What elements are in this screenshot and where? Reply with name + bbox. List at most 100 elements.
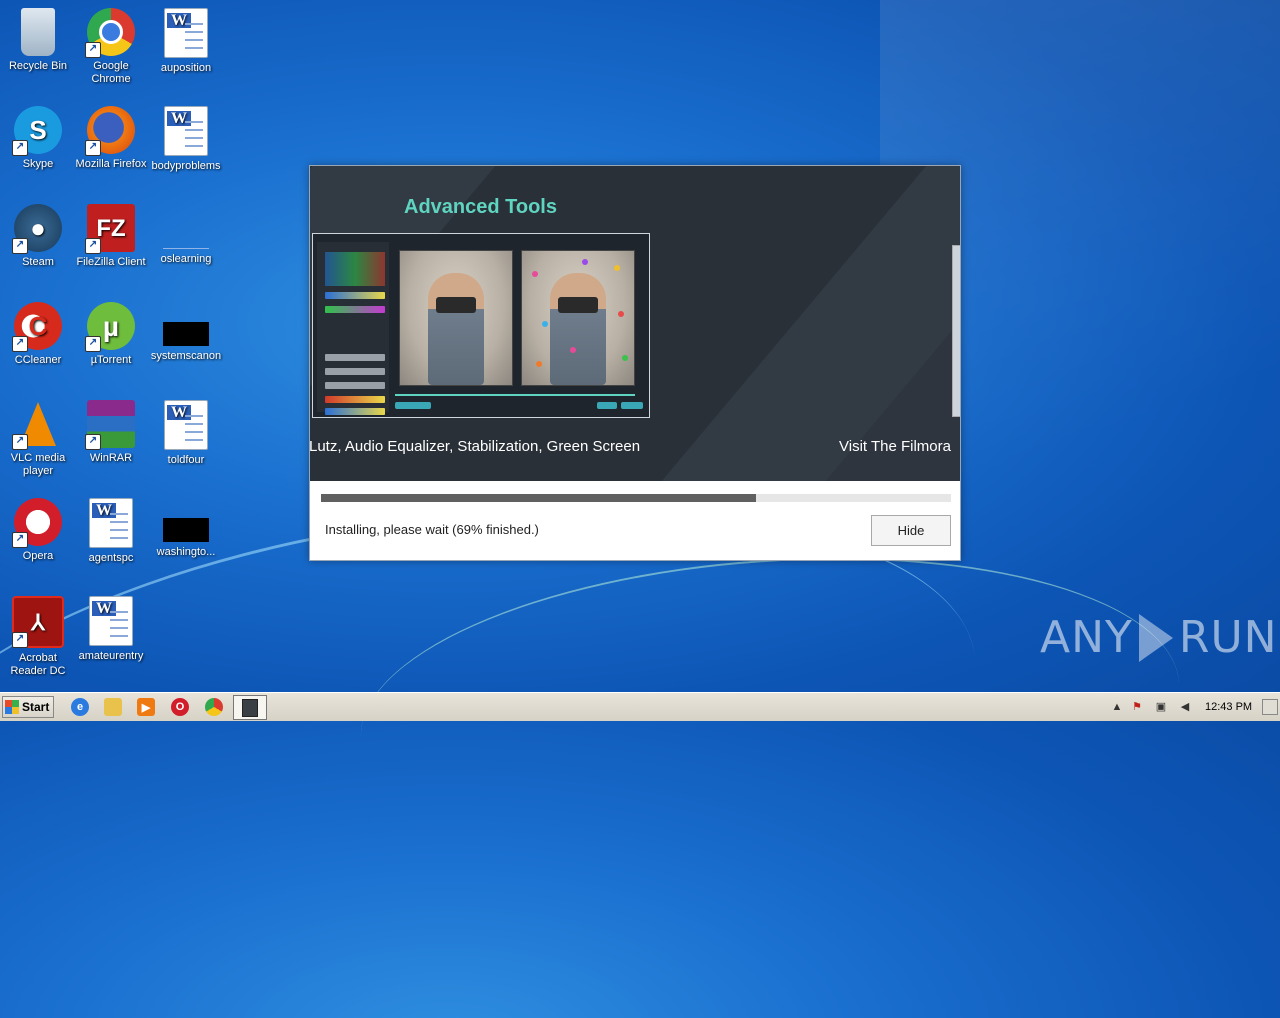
vlc-icon: ↗ [12, 400, 62, 450]
preview-slider [325, 382, 385, 389]
explorer-folder-icon[interactable] [104, 698, 122, 716]
preview-slider [325, 306, 385, 313]
desktop-icon-agentspc[interactable]: W agentspc [73, 498, 149, 565]
desktop-icon-firefox[interactable]: ↗ Mozilla Firefox [73, 106, 149, 171]
banner-caption: Lutz, Audio Equalizer, Stabilization, Gr… [310, 438, 641, 455]
confetti [542, 321, 548, 327]
desktop-icon-systemscanon[interactable]: systemscanon [148, 302, 224, 363]
desktop-icon-label: auposition [160, 62, 212, 74]
confetti [532, 271, 538, 277]
action-center-icon[interactable]: ⚑ [1130, 700, 1144, 714]
preview-photo-after [521, 250, 635, 386]
preview-photo-before [399, 250, 513, 386]
preview-slider [325, 292, 385, 299]
next-slide-preview [952, 245, 960, 417]
preview-timeline [395, 394, 635, 396]
desktop-icon-label: Opera [22, 550, 54, 562]
blank-file-icon [163, 204, 209, 249]
desktop-icon-opera[interactable]: ↗ Opera [0, 498, 76, 563]
show-desktop-button[interactable] [1262, 699, 1278, 715]
desktop-icon-label: Steam [22, 256, 54, 268]
desktop-icon-label: Skype [22, 158, 54, 170]
desktop-icon-label: Google Chrome [91, 60, 131, 85]
desktop-icon-label: Acrobat Reader DC [10, 652, 66, 677]
preview-sidebar [317, 242, 389, 415]
desktop-icon-skype[interactable]: S ↗ Skype [0, 106, 76, 171]
preview-camera [558, 297, 598, 313]
install-progress-bar [321, 494, 951, 502]
start-label: Start [22, 700, 50, 714]
internet-explorer-icon[interactable]: e [71, 698, 89, 716]
desktop-icon-amateurentry[interactable]: W amateurentry [73, 596, 149, 663]
install-progress-fill [321, 494, 756, 502]
desktop-icon-ccleaner[interactable]: C ↗ CCleaner [0, 302, 76, 367]
confetti [582, 259, 588, 265]
opera-icon[interactable]: O [171, 698, 189, 716]
desktop-icon-acrobat[interactable]: ⅄ ↗ Acrobat Reader DC [0, 596, 76, 678]
preview-slider [325, 396, 385, 403]
play-icon [1138, 613, 1173, 662]
desktop-icon-label: toldfour [167, 454, 205, 466]
desktop-icon-label: µTorrent [90, 354, 132, 366]
preview-person [428, 273, 484, 385]
chrome-icon[interactable] [205, 698, 223, 716]
preview-camera [436, 297, 476, 313]
confetti [618, 311, 624, 317]
word-doc-icon: W [164, 400, 208, 450]
desktop-icon-bodyproblems[interactable]: W bodyproblems [148, 106, 224, 173]
banner-caption-next: Visit The Filmora [839, 438, 951, 455]
black-thumbnail-icon [163, 322, 209, 346]
installer-app-icon [242, 699, 258, 717]
word-doc-icon: W [89, 596, 133, 646]
filezilla-icon: FZ ↗ [85, 204, 135, 254]
preview-slider [325, 354, 385, 361]
confetti [622, 355, 628, 361]
acrobat-icon: ⅄ ↗ [12, 596, 64, 648]
word-doc-icon: W [89, 498, 133, 548]
desktop-icon-label: agentspc [88, 552, 134, 564]
editor-preview-image [312, 233, 650, 418]
desktop-icon-recycle-bin[interactable]: Recycle Bin [0, 8, 76, 73]
chrome-icon: ↗ [85, 8, 135, 58]
desktop-icon-label: FileZilla Client [76, 256, 146, 268]
desktop-icon-label: CCleaner [14, 354, 62, 366]
opera-icon: ↗ [12, 498, 62, 548]
confetti [614, 265, 620, 271]
desktop-icon-auposition[interactable]: W auposition [148, 8, 224, 75]
desktop-icon-label: bodyproblems [151, 160, 221, 172]
desktop-icon-label: Mozilla Firefox [75, 158, 147, 170]
taskbar: Start e ▶ O ▲ ⚑ ▣ ◀ 12:43 PM [0, 692, 1280, 721]
desktop-icon-label: WinRAR [89, 452, 133, 464]
desktop-icon-utorrent[interactable]: µ ↗ µTorrent [73, 302, 149, 367]
system-clock[interactable]: 12:43 PM [1205, 701, 1252, 713]
taskbar-installer-app[interactable] [233, 695, 267, 720]
banner-title: Advanced Tools [404, 196, 557, 218]
preview-button [395, 402, 431, 409]
desktop-icon-toldfour[interactable]: W toldfour [148, 400, 224, 467]
desktop-icon-chrome[interactable]: ↗ Google Chrome [73, 8, 149, 86]
desktop-icon-label: VLC media player [10, 452, 66, 477]
steam-icon: ● ↗ [12, 204, 62, 254]
watermark-text-left: ANY [1040, 612, 1133, 663]
windows-logo-icon [5, 700, 19, 714]
media-player-icon[interactable]: ▶ [137, 698, 155, 716]
desktop-icon-label: oslearning [160, 253, 212, 265]
recycle-bin-icon [21, 8, 55, 56]
preview-histogram [325, 252, 385, 286]
tray-expand-icon[interactable]: ▲ [1110, 700, 1124, 714]
desktop-icon-washington[interactable]: washingto... [148, 498, 224, 559]
preview-slider [325, 408, 385, 415]
network-icon[interactable]: ▣ [1154, 700, 1168, 714]
volume-icon[interactable]: ◀ [1178, 700, 1192, 714]
desktop-icon-oslearning[interactable]: oslearning [148, 204, 224, 266]
hide-button[interactable]: Hide [871, 515, 951, 546]
preview-button [621, 402, 643, 409]
desktop-icon-vlc[interactable]: ↗ VLC media player [0, 400, 76, 478]
desktop-icon-steam[interactable]: ● ↗ Steam [0, 204, 76, 269]
desktop-icon-filezilla[interactable]: FZ ↗ FileZilla Client [73, 204, 149, 269]
desktop-icon-winrar[interactable]: ↗ WinRAR [73, 400, 149, 465]
black-thumbnail-icon [163, 518, 209, 542]
start-button[interactable]: Start [2, 696, 54, 718]
installer-window: Advanced Tools Lutz, Audio Equalizer, St… [309, 165, 961, 561]
firefox-icon: ↗ [85, 106, 135, 156]
